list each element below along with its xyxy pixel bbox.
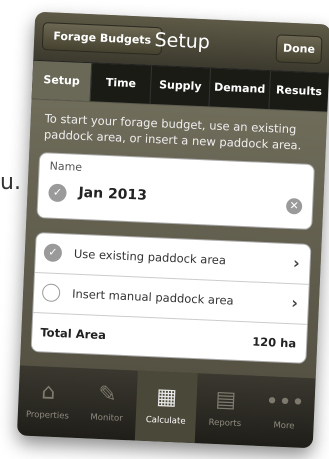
- calculator-icon: ▦: [155, 384, 178, 411]
- checked-radio-icon[interactable]: ✓: [43, 243, 63, 263]
- tabbar-item-properties[interactable]: ⌂ Properties: [17, 365, 79, 438]
- tab-time[interactable]: Time: [90, 63, 152, 104]
- tabbar-item-monitor[interactable]: ✎ Monitor: [76, 368, 138, 441]
- tabbar-label: Monitor: [90, 412, 123, 424]
- total-area-label: Total Area: [40, 325, 107, 343]
- intro-text: To start your forage budget, use an exis…: [43, 111, 302, 153]
- tabbar-item-more[interactable]: ••• More: [253, 376, 315, 449]
- chevron-right-icon: ›: [290, 293, 299, 313]
- option-label: Insert manual paddock area: [71, 286, 234, 308]
- tabbar-label: More: [273, 420, 295, 432]
- more-dots-icon: •••: [264, 389, 305, 416]
- done-button[interactable]: Done: [275, 34, 323, 65]
- tabbar-label: Reports: [208, 417, 242, 430]
- phone-screen: Forage Budgets Setup Done Setup Time Sup…: [16, 11, 329, 449]
- name-field-value[interactable]: Jan 2013: [78, 185, 147, 204]
- name-field[interactable]: Name ✓ Jan 2013 ✕: [36, 152, 316, 231]
- tab-demand[interactable]: Demand: [209, 68, 271, 110]
- tabbar-item-reports[interactable]: ▤ Reports: [194, 373, 256, 446]
- house-icon: ⌂: [40, 379, 56, 405]
- tab-setup[interactable]: Setup: [31, 60, 93, 102]
- name-field-label: Name: [49, 159, 83, 174]
- tab-results[interactable]: Results: [269, 71, 329, 112]
- pencil-icon: ✎: [97, 381, 118, 408]
- chevron-right-icon: ›: [292, 253, 301, 273]
- tabbar-item-calculate[interactable]: ▦ Calculate: [135, 370, 198, 444]
- option-label: Use existing paddock area: [73, 246, 227, 268]
- setup-content: To start your forage budget, use an exis…: [19, 99, 328, 379]
- printer-icon: ▤: [214, 386, 237, 413]
- tab-supply[interactable]: Supply: [150, 65, 212, 107]
- clear-icon[interactable]: ✕: [285, 197, 303, 215]
- paddock-options: ✓ Use existing paddock area › Insert man…: [30, 231, 312, 364]
- unchecked-radio-icon[interactable]: [41, 283, 61, 303]
- bottom-tab-bar: ⌂ Properties ✎ Monitor ▦ Calculate ▤ Rep…: [16, 365, 316, 449]
- checkmark-icon: ✓: [48, 183, 67, 203]
- tabbar-label: Calculate: [145, 414, 186, 427]
- background-fragment-text: u.: [0, 170, 21, 195]
- tabbar-label: Properties: [25, 409, 70, 422]
- total-area-value: 120 ha: [251, 334, 297, 351]
